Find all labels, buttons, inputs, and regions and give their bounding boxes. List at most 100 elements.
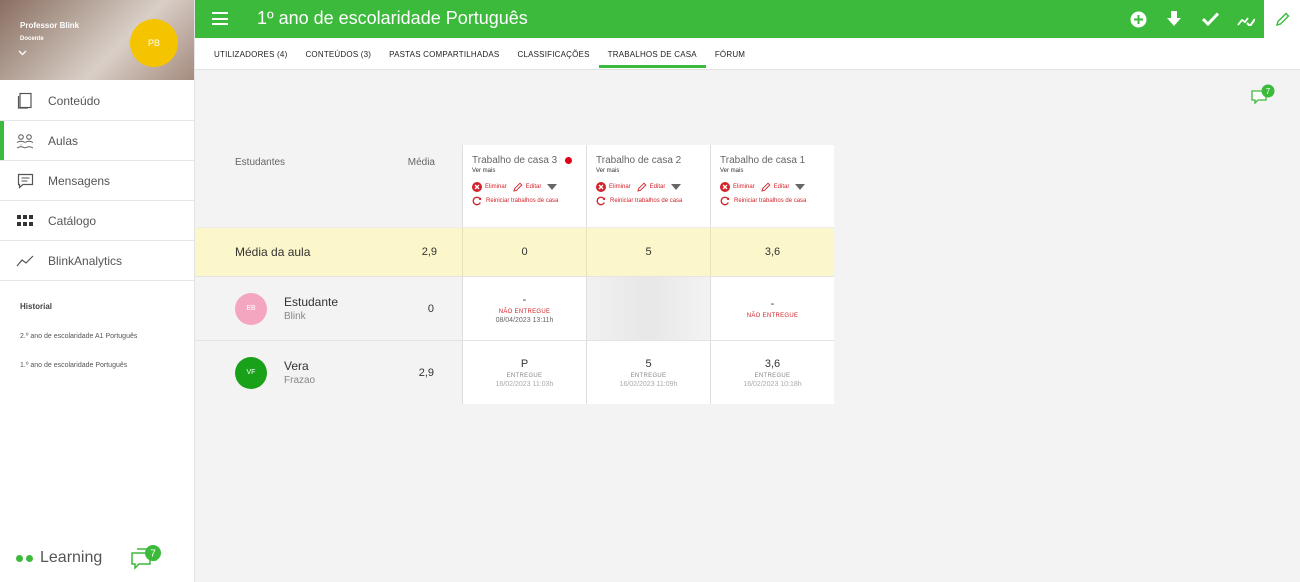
profile-name: Professor Blink (20, 21, 80, 30)
avatar[interactable]: PB (130, 19, 178, 67)
grade-chart-icon[interactable] (1228, 0, 1264, 38)
tab-classificacoes[interactable]: CLASSIFICAÇÕES (508, 38, 598, 67)
grade-cell[interactable]: P ENTREGUE 16/02/2023 11:03h (462, 341, 586, 404)
student-cell[interactable]: VF Vera Frazao (195, 341, 391, 404)
grade-cell[interactable]: - NÃO ENTREGUE 08/04/2023 13:11h (462, 277, 586, 340)
reset-label: Reiniciar trabalhos de casa (734, 198, 807, 204)
grade-value: - (770, 298, 775, 310)
delete-label: Eliminar (485, 184, 507, 190)
sidebar-item-label: Catálogo (48, 213, 97, 228)
historial-item[interactable]: 1.º ano de escolaridade Português (20, 362, 194, 369)
top-bar: 1º ano de escolaridade Português (195, 0, 1300, 38)
student-average: 2,9 (418, 366, 434, 379)
grade-value: P (520, 357, 529, 370)
table-row: EB Estudante Blink 0 - NÃO ENTREGUE 08/0… (195, 276, 834, 340)
ver-mais-link[interactable]: Ver mais (720, 168, 834, 174)
homework-title[interactable]: Trabalho de casa 3 (472, 155, 586, 166)
sidebar-item-mensagens[interactable]: Mensagens (0, 161, 194, 201)
grade-status: ENTREGUE (754, 372, 791, 379)
chat-icon[interactable]: 7 (1251, 84, 1277, 109)
chat-badge: 7 (1266, 87, 1271, 96)
book-icon (16, 92, 34, 109)
ver-mais-link[interactable]: Ver mais (596, 168, 710, 174)
grade-cell[interactable]: 5 ENTREGUE 16/02/2023 11:09h (586, 341, 710, 404)
grade-status: ENTREGUE (506, 372, 543, 379)
tab-utilizadores[interactable]: UTILIZADORES (4) (205, 38, 296, 67)
tab-bar: UTILIZADORES (4) CONTEÚDOS (3) PASTAS CO… (195, 38, 1300, 70)
profile-header[interactable]: Professor Blink Docente PB (0, 0, 194, 80)
tab-forum[interactable]: FÓRUM (706, 38, 754, 67)
logo-dot (16, 554, 23, 562)
learning-logo: Learning (16, 549, 102, 567)
pencil-icon (637, 182, 647, 192)
reset-homework-button[interactable]: Reiniciar trabalhos de casa (720, 196, 834, 206)
class-average-cell: 0 (462, 228, 586, 276)
delete-icon (720, 182, 730, 192)
class-average-cell: 5 (586, 228, 710, 276)
grade-value: 5 (645, 357, 652, 370)
edit-button[interactable]: Editar (637, 182, 666, 192)
homework-title[interactable]: Trabalho de casa 1 (720, 155, 834, 166)
homework-title[interactable]: Trabalho de casa 2 (596, 155, 710, 166)
caret-down-icon (795, 184, 806, 190)
edit-label: Editar (649, 184, 666, 190)
delete-button[interactable]: Eliminar (472, 182, 507, 192)
grade-date: 16/02/2023 11:03h (495, 380, 554, 388)
grade-date: 16/02/2023 10:18h (743, 380, 802, 388)
edit-label: Editar (525, 184, 542, 190)
homework-column-header: Trabalho de casa 3 Ver mais Eliminar Edi… (462, 145, 586, 227)
page-title: 1º ano de escolaridade Português (257, 8, 528, 28)
tab-conteudos[interactable]: CONTEÚDOS (3) (296, 38, 380, 67)
edit-button[interactable]: Editar (761, 182, 790, 192)
sidebar-item-conteudo[interactable]: Conteúdo (0, 81, 194, 121)
top-actions (1120, 0, 1300, 38)
chat-icon[interactable]: 7 (130, 544, 164, 575)
class-average-row: Média da aula 2,9 0 5 3,6 (195, 227, 834, 276)
delete-button[interactable]: Eliminar (720, 182, 755, 192)
student-last-name: Blink (284, 311, 306, 322)
edit-label: Editar (773, 184, 790, 190)
grade-status: NÃO ENTREGUE (498, 308, 551, 315)
trend-icon (16, 255, 34, 267)
sidebar-item-label: Conteúdo (48, 93, 101, 108)
grade-cell[interactable]: - NÃO ENTREGUE (710, 277, 834, 340)
sidebar-item-label: BlinkAnalytics (48, 253, 123, 268)
sidebar-item-aulas[interactable]: Aulas (0, 121, 194, 161)
avatar: VF (235, 356, 267, 389)
reset-homework-button[interactable]: Reiniciar trabalhos de casa (472, 196, 586, 206)
chat-badge: 7 (150, 549, 156, 560)
pencil-edit-icon[interactable] (1264, 0, 1300, 38)
sidebar: Professor Blink Docente PB Conteúdo Aula… (0, 0, 195, 582)
more-options-dropdown[interactable] (795, 184, 808, 190)
learning-label: Learning (40, 549, 103, 566)
more-options-dropdown[interactable] (671, 184, 684, 190)
ver-mais-link[interactable]: Ver mais (472, 168, 586, 174)
hamburger-menu-icon[interactable] (212, 12, 228, 25)
tab-pastas-compartilhadas[interactable]: PASTAS COMPARTILHADAS (380, 38, 508, 67)
reset-homework-button[interactable]: Reiniciar trabalhos de casa (596, 196, 710, 206)
sidebar-item-blinkanalytics[interactable]: BlinkAnalytics (0, 241, 194, 281)
student-cell[interactable]: EB Estudante Blink (195, 277, 391, 340)
download-arrow-icon[interactable] (1156, 0, 1192, 38)
student-first-name: Estudante (284, 295, 339, 309)
grade-value: 3,6 (764, 357, 781, 370)
delete-button[interactable]: Eliminar (596, 182, 631, 192)
grade-cell[interactable] (586, 277, 710, 340)
add-circle-icon[interactable] (1120, 0, 1156, 38)
column-header-average: Média (407, 157, 435, 168)
column-header-students: Estudantes (235, 157, 286, 168)
more-options-dropdown[interactable] (547, 184, 560, 190)
sidebar-item-catalogo[interactable]: Catálogo (0, 201, 194, 241)
homework-title-text: Trabalho de casa 1 (720, 155, 806, 166)
check-icon[interactable] (1192, 0, 1228, 38)
homework-title-text: Trabalho de casa 3 (472, 155, 558, 166)
grade-cell[interactable]: 3,6 ENTREGUE 16/02/2023 10:18h (710, 341, 834, 404)
tab-trabalhos-de-casa[interactable]: TRABALHOS DE CASA (598, 38, 707, 68)
student-average: 0 (427, 302, 434, 315)
edit-button[interactable]: Editar (513, 182, 542, 192)
sidebar-item-label: Mensagens (48, 173, 111, 188)
homework-column-header: Trabalho de casa 1 Ver mais Eliminar Edi… (710, 145, 834, 227)
table-header: Estudantes Média Trabalho de casa 3 Ver … (195, 145, 834, 227)
historial-item[interactable]: 2.º ano de escolaridade A1 Português (20, 333, 194, 340)
chevron-down-icon[interactable] (18, 48, 27, 59)
